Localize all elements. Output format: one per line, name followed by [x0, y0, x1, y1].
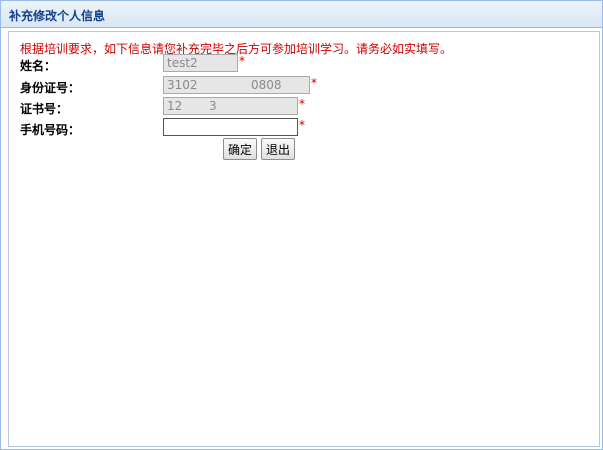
certificate-row: 证书号： *	[9, 97, 589, 117]
certificate-field[interactable]	[163, 97, 298, 115]
certificate-required-mark: *	[299, 97, 305, 111]
mobile-input[interactable]	[163, 118, 298, 136]
exit-button[interactable]: 退出	[261, 138, 296, 160]
mobile-row: 手机号码： *	[9, 118, 589, 138]
name-row: 姓名： *	[9, 54, 589, 74]
name-field[interactable]	[163, 54, 238, 72]
mobile-required-mark: *	[299, 118, 305, 132]
dialog-titlebar: 补充修改个人信息	[1, 1, 602, 28]
confirm-button[interactable]: 确定	[223, 138, 258, 160]
dialog-body: 根据培训要求，如下信息请您补充完毕之后方可参加培训学习。请务必如实填写。 姓名：…	[8, 31, 600, 447]
id-number-label: 身份证号：	[20, 81, 81, 95]
name-label: 姓名：	[20, 59, 57, 73]
id-number-field[interactable]	[163, 76, 310, 94]
dialog-title: 补充修改个人信息	[9, 9, 106, 23]
mobile-label: 手机号码：	[20, 123, 81, 137]
name-required-mark: *	[239, 54, 245, 68]
id-number-row: 身份证号： *	[9, 76, 589, 96]
certificate-label: 证书号：	[20, 102, 69, 116]
id-number-required-mark: *	[311, 76, 317, 90]
personal-info-dialog: 补充修改个人信息 根据培训要求，如下信息请您补充完毕之后方可参加培训学习。请务必…	[0, 0, 603, 450]
